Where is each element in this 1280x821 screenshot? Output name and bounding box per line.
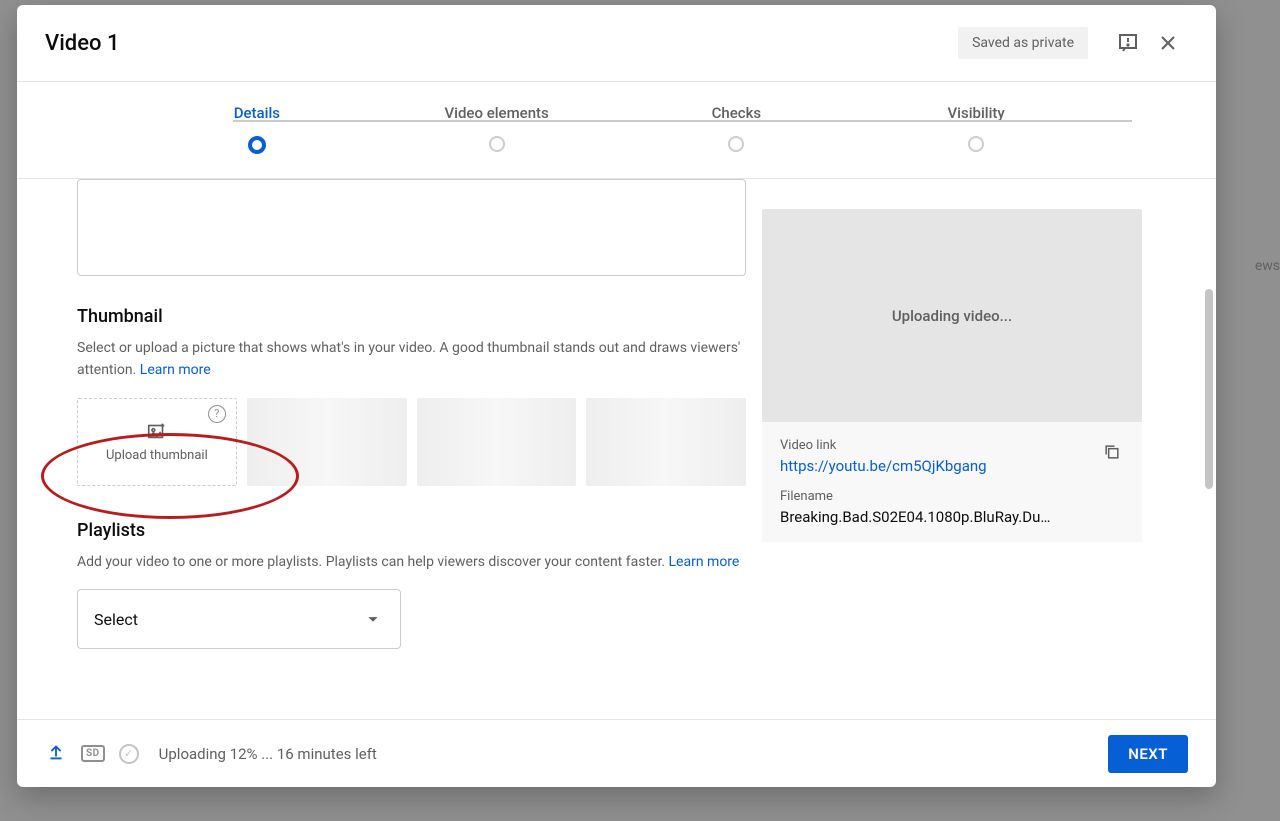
thumbnail-row: ? Upload thumbnail (77, 398, 746, 486)
scrollbar-thumb[interactable] (1205, 289, 1213, 489)
video-link-label: Video link (780, 438, 1124, 453)
upload-progress-text: Uploading 12% ... 16 minutes left (159, 745, 1109, 763)
add-image-icon (146, 420, 168, 442)
step-circle-icon (728, 136, 744, 152)
dialog-body: Thumbnail Select or upload a picture tha… (17, 179, 1216, 719)
backdrop-text: ews (1255, 258, 1280, 274)
copy-icon (1102, 442, 1122, 462)
saved-status-badge: Saved as private (958, 27, 1088, 59)
filename-value: Breaking.Bad.S02E04.1080p.BluRay.Du… (780, 508, 1124, 526)
step-visibility[interactable]: Visibility (856, 104, 1096, 152)
playlists-desc-text: Add your video to one or more playlists.… (77, 554, 669, 570)
playlist-select[interactable]: Select (77, 589, 401, 649)
check-status-icon: ✓ (119, 744, 139, 764)
preview-card: Uploading video... Video link https://yo… (762, 209, 1142, 542)
step-circle-icon (489, 136, 505, 152)
close-button[interactable] (1148, 23, 1188, 63)
video-link-value[interactable]: https://youtu.be/cm5QjKbgang (780, 457, 1124, 475)
preview-meta: Video link https://youtu.be/cm5QjKbgang … (762, 422, 1142, 542)
video-preview-area: Uploading video... (762, 209, 1142, 422)
upload-dialog: Video 1 Saved as private Details Video e… (17, 5, 1216, 787)
step-connector (533, 120, 833, 122)
upload-status-icon (45, 741, 67, 767)
step-checks[interactable]: Checks (617, 104, 857, 152)
dropdown-icon (362, 608, 384, 630)
playlists-learn-more-link[interactable]: Learn more (669, 554, 740, 570)
step-connector (233, 120, 533, 122)
thumbnail-learn-more-link[interactable]: Learn more (140, 362, 211, 378)
thumbnail-placeholder[interactable] (586, 398, 746, 486)
playlists-section-desc: Add your video to one or more playlists.… (77, 551, 746, 573)
step-video-elements[interactable]: Video elements (377, 104, 617, 152)
thumbnail-section-title: Thumbnail (77, 306, 746, 327)
next-button[interactable]: NEXT (1108, 735, 1188, 773)
playlists-section-title: Playlists (77, 520, 746, 541)
step-circle-icon (248, 136, 266, 154)
video-link-row: Video link https://youtu.be/cm5QjKbgang (780, 438, 1124, 475)
step-circle-icon (968, 136, 984, 152)
playlist-select-label: Select (94, 610, 138, 629)
feedback-button[interactable] (1108, 23, 1148, 63)
thumbnail-placeholder[interactable] (247, 398, 407, 486)
close-icon (1156, 31, 1180, 55)
step-details[interactable]: Details (137, 104, 377, 154)
thumbnail-placeholder[interactable] (417, 398, 577, 486)
filename-label: Filename (780, 489, 1124, 504)
feedback-icon (1116, 31, 1140, 55)
dialog-footer: SD ✓ Uploading 12% ... 16 minutes left N… (17, 719, 1216, 787)
description-textarea[interactable] (77, 179, 746, 276)
upload-arrow-icon (45, 741, 67, 763)
help-icon[interactable]: ? (208, 405, 226, 423)
copy-link-button[interactable] (1102, 442, 1122, 466)
step-connector (832, 120, 1132, 122)
progress-stepper: Details Video elements Checks Visibility (17, 82, 1216, 179)
upload-thumbnail-button[interactable]: ? Upload thumbnail (77, 398, 237, 486)
main-column: Thumbnail Select or upload a picture tha… (17, 179, 762, 719)
sd-quality-badge: SD (81, 745, 105, 762)
filename-row: Filename Breaking.Bad.S02E04.1080p.BluRa… (780, 489, 1124, 526)
side-column: Uploading video... Video link https://yo… (762, 179, 1182, 719)
thumbnail-section-desc: Select or upload a picture that shows wh… (77, 337, 746, 382)
upload-thumbnail-label: Upload thumbnail (106, 448, 208, 463)
dialog-header: Video 1 Saved as private (17, 5, 1216, 82)
dialog-title: Video 1 (45, 31, 958, 56)
uploading-text: Uploading video... (892, 307, 1012, 325)
footer-status-icons: SD ✓ (45, 741, 139, 767)
